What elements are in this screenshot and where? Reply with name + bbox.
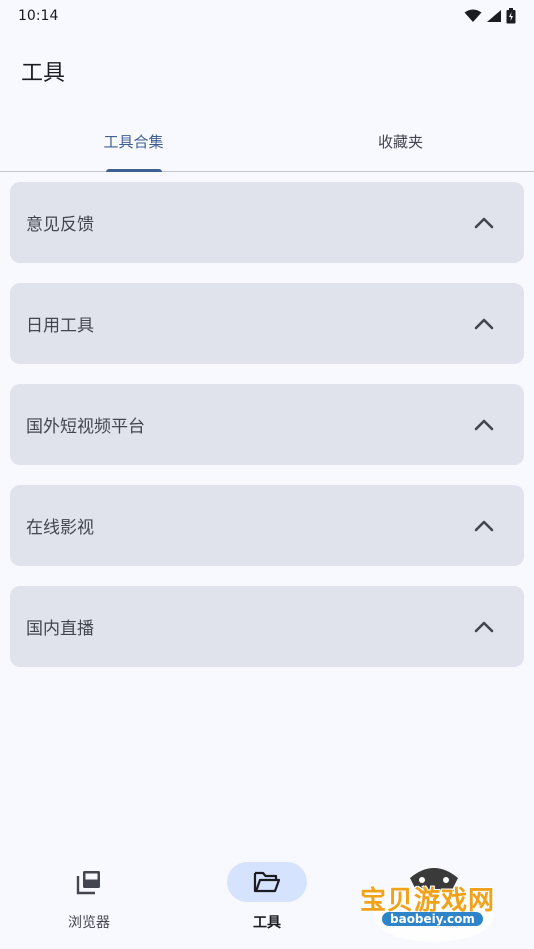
tab-favorites[interactable]: 收藏夹 [267,112,534,171]
section-list: 意见反馈 日用工具 国外短视频平台 在线影视 国内直播 [10,182,524,687]
section-label: 国外短视频平台 [26,417,145,437]
page-title: 工具 [21,61,66,86]
section-card-daily-tools[interactable]: 日用工具 [10,283,524,364]
tab-tool-collection[interactable]: 工具合集 [0,112,267,172]
folder-open-icon [253,871,281,893]
nav-label: 浏览器 [68,915,110,931]
section-card-domestic-live[interactable]: 国内直播 [10,586,524,667]
tab-active-indicator [105,169,162,172]
wifi-icon [464,9,482,22]
tab-label: 工具合集 [103,133,164,151]
tab-bar: 工具合集 收藏夹 [0,112,534,172]
nav-pill [49,862,129,902]
chevron-up-icon[interactable] [472,514,496,538]
section-label: 意见反馈 [26,215,94,235]
section-label: 国内直播 [26,619,94,639]
section-label: 日用工具 [26,316,94,336]
section-card-feedback[interactable]: 意见反馈 [10,182,524,263]
nav-item-tools[interactable]: 工具 [178,846,356,949]
signal-icon [487,10,501,22]
chevron-up-icon[interactable] [472,312,496,336]
browser-stack-icon [76,871,100,895]
section-label: 在线影视 [26,518,94,538]
nav-label: 下载 [431,915,459,931]
nav-item-download[interactable]: 下载 [356,846,534,949]
nav-label: 工具 [253,915,281,931]
status-bar: 10:14 [0,0,534,32]
chevron-up-icon[interactable] [472,413,496,437]
battery-icon [506,8,516,24]
nav-item-browser[interactable]: 浏览器 [0,846,178,949]
download-icon [434,870,456,893]
section-card-foreign-short-video[interactable]: 国外短视频平台 [10,384,524,465]
status-icons [464,8,516,24]
bottom-navigation: 浏览器 工具 下载 [0,846,534,949]
chevron-up-icon[interactable] [472,211,496,235]
nav-pill [227,862,307,902]
nav-pill [405,862,485,902]
section-card-online-video[interactable]: 在线影视 [10,485,524,566]
tab-label: 收藏夹 [377,133,423,151]
status-time: 10:14 [18,8,59,24]
chevron-up-icon[interactable] [472,615,496,639]
